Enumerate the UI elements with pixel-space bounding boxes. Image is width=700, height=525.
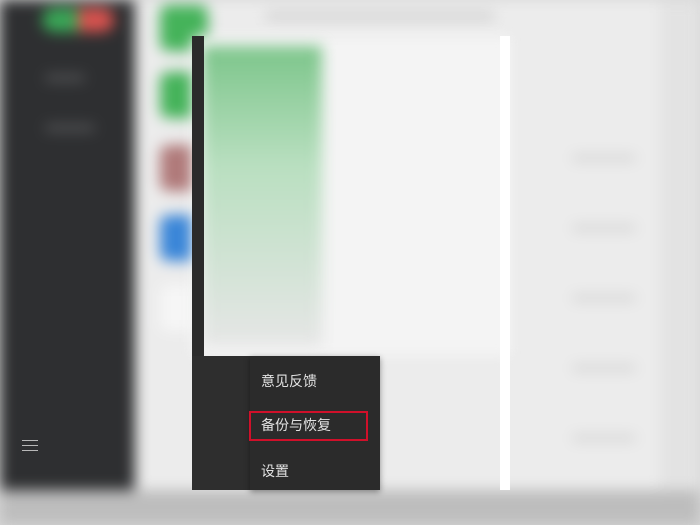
background-row-time xyxy=(572,155,636,161)
background-sidebar-item xyxy=(45,75,85,81)
background-row-time xyxy=(572,295,636,301)
hamburger-menu-icon[interactable] xyxy=(22,440,38,452)
window-right-edge xyxy=(500,36,510,490)
background-edge xyxy=(660,0,700,525)
blurred-content-highlight xyxy=(202,46,322,346)
background-bottom-bar xyxy=(0,490,700,525)
background-row-text xyxy=(265,12,495,20)
highlight-annotation-box xyxy=(249,411,368,441)
menu-item-label: 设置 xyxy=(261,464,289,480)
background-sidebar-item xyxy=(45,125,95,131)
background-row-time xyxy=(572,225,636,231)
blurred-peek-area xyxy=(380,360,450,490)
bottom-left-nav xyxy=(192,356,254,490)
menu-item-label: 意见反馈 xyxy=(261,374,317,390)
background-row-time xyxy=(572,365,636,371)
menu-item-settings[interactable]: 设置 xyxy=(250,452,380,492)
menu-item-feedback[interactable]: 意见反馈 xyxy=(250,362,380,402)
background-row-time xyxy=(572,435,636,441)
background-logo xyxy=(42,8,114,32)
